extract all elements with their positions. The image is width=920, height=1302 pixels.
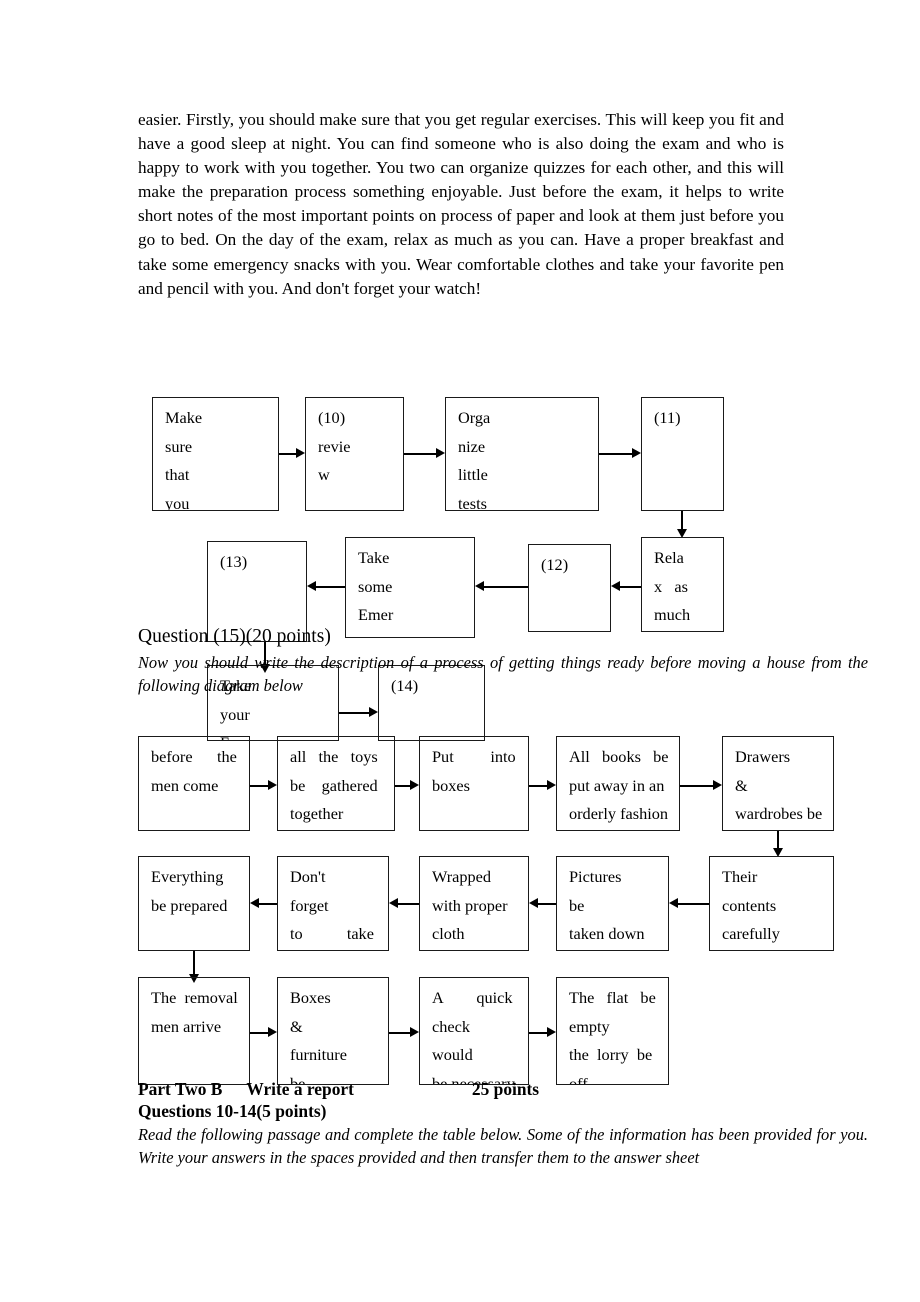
connector-line bbox=[680, 785, 713, 787]
connector-line bbox=[259, 903, 277, 905]
document-page: easier. Firstly, you should make sure th… bbox=[0, 0, 920, 1302]
connector-line bbox=[777, 831, 779, 848]
flow-box-boxes-furniture-loaded: Boxes &furniture beloaded bbox=[277, 977, 389, 1085]
arrow-right-icon bbox=[547, 780, 556, 790]
part-two-points: 25 points bbox=[471, 1079, 540, 1099]
flow-box-text: all the toys be gathered together bbox=[290, 747, 378, 823]
part-two-heading: Part Two B Write a report 25 points bbox=[138, 1079, 539, 1100]
flow-box-wrapped-with-cloth: Wrapped with proper cloth bbox=[419, 856, 529, 951]
arrow-right-icon bbox=[410, 780, 419, 790]
flow-box-toys-gathered: all the toys be gathered together bbox=[277, 736, 395, 831]
flow-box-everything-prepared: Everything be prepared bbox=[138, 856, 250, 951]
connector-line bbox=[395, 785, 410, 787]
arrow-left-icon bbox=[250, 898, 259, 908]
connector-line bbox=[250, 1032, 268, 1034]
connector-line bbox=[529, 1032, 547, 1034]
connector-line bbox=[398, 903, 419, 905]
arrow-left-icon bbox=[529, 898, 538, 908]
arrow-right-icon bbox=[410, 1027, 419, 1037]
connector-line bbox=[678, 903, 709, 905]
connector-line bbox=[529, 785, 547, 787]
flow-box-pictures-taken-down: Pictures be taken down bbox=[556, 856, 669, 951]
part-two-label: Part Two B bbox=[138, 1079, 223, 1099]
flow-box-before-the-men-come: before the men come bbox=[138, 736, 250, 831]
connector-line bbox=[193, 951, 195, 974]
flow-box-text: The removal men arrive bbox=[151, 988, 238, 1036]
flow-box-curtains-taken-down: Don't forgetto take downthe curtains bbox=[277, 856, 389, 951]
read-instruction-text: Read the following passage and complete … bbox=[138, 1125, 868, 1167]
flow-box-flat-empty-lorry-off: The flat be empty the lorry be off bbox=[556, 977, 669, 1085]
part-two-task: Write a report bbox=[246, 1079, 354, 1099]
flow-box-text: Pictures be taken down bbox=[569, 867, 658, 943]
flow-box-text: The flat be empty the lorry be off bbox=[569, 988, 656, 1085]
arrow-right-icon bbox=[547, 1027, 556, 1037]
flow-box-contents-packed: Their contentscarefullypacked bbox=[709, 856, 834, 951]
arrow-right-icon bbox=[713, 780, 722, 790]
flow-box-removal-men-arrive: The removal men arrive bbox=[138, 977, 250, 1085]
flow-box-text: Drawers &wardrobes beemptied bbox=[735, 747, 823, 823]
flow-box-text: Put into boxes bbox=[432, 747, 516, 795]
flow-box-text: All books be put away in an orderly fashio… bbox=[569, 747, 669, 823]
flow-box-put-into-boxes: Put into boxes bbox=[419, 736, 529, 831]
arrow-right-icon bbox=[268, 780, 277, 790]
flow-box-text: Their contentscarefullypacked bbox=[722, 867, 823, 943]
flow-box-text: before the men come bbox=[151, 747, 237, 795]
connector-line bbox=[389, 1032, 410, 1034]
flow-box-books-put-away: All books be put away in an orderly fashio… bbox=[556, 736, 680, 831]
flow-box-text: A quick check would be necessary bbox=[432, 988, 515, 1085]
questions-range-heading: Questions 10-14(5 points) bbox=[138, 1101, 327, 1121]
flow-box-text: Boxes &furniture beloaded bbox=[290, 988, 378, 1085]
flow-box-text: Everything be prepared bbox=[151, 867, 228, 915]
flow-box-drawers-wardrobes-emptied: Drawers &wardrobes beemptied bbox=[722, 736, 834, 831]
connector-line bbox=[538, 903, 556, 905]
flow-box-text: Wrapped with proper cloth bbox=[432, 867, 508, 943]
connector-line bbox=[250, 785, 268, 787]
flow-box-text: Don't forgetto take downthe curtains bbox=[290, 867, 378, 943]
arrow-left-icon bbox=[389, 898, 398, 908]
arrow-left-icon bbox=[669, 898, 678, 908]
arrow-right-icon bbox=[268, 1027, 277, 1037]
flow-box-quick-check-necessary: A quick check would be necessary bbox=[419, 977, 529, 1085]
